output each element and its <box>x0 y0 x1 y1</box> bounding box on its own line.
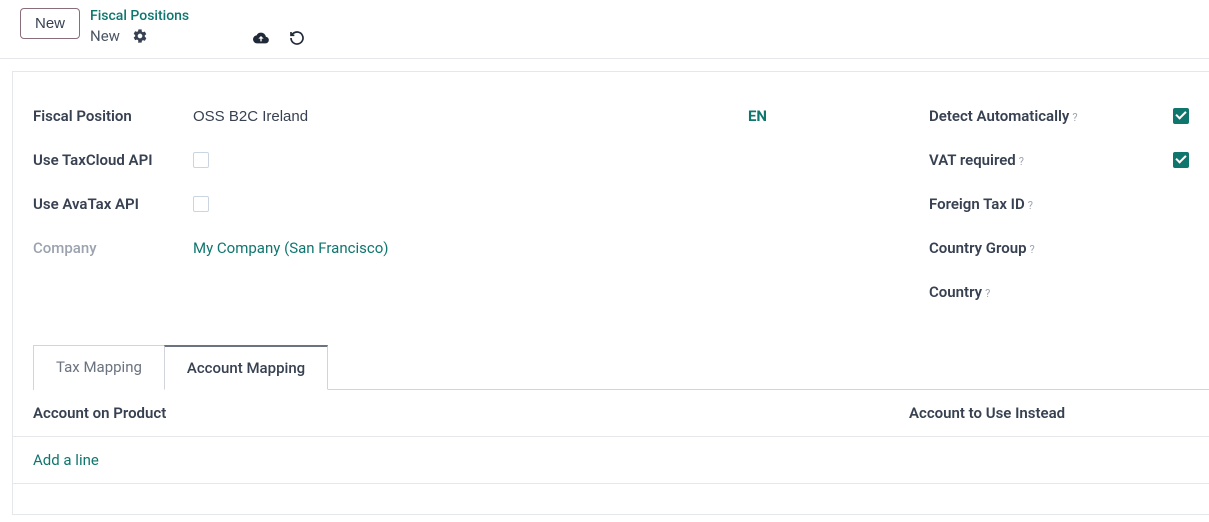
discard-icon[interactable] <box>287 28 307 48</box>
breadcrumb-parent-link[interactable]: Fiscal Positions <box>90 8 189 24</box>
foreign-tax-label: Foreign Tax ID? <box>929 195 1033 213</box>
right-column: Detect Automatically? VAT required? Fore… <box>929 94 1189 314</box>
tab-account-mapping[interactable]: Account Mapping <box>164 345 328 390</box>
gear-icon[interactable] <box>130 26 150 46</box>
save-discard-controls <box>249 8 307 48</box>
topbar: New Fiscal Positions New <box>0 0 1209 58</box>
help-icon[interactable]: ? <box>985 287 990 300</box>
new-record-button[interactable]: New <box>20 8 80 39</box>
vat-required-checkbox[interactable] <box>1173 152 1189 168</box>
vat-required-label: VAT required? <box>929 151 1024 169</box>
add-line-button[interactable]: Add a line <box>33 451 99 469</box>
table-body: Add a line <box>13 437 1209 484</box>
detect-auto-checkbox[interactable] <box>1173 108 1189 124</box>
breadcrumb: Fiscal Positions New <box>90 8 189 46</box>
language-badge[interactable]: EN <box>742 107 773 125</box>
use-taxcloud-label: Use TaxCloud API <box>33 151 193 169</box>
top-divider <box>0 58 1209 59</box>
company-label: Company <box>33 239 193 257</box>
col-account-on-product: Account on Product <box>33 404 909 422</box>
help-icon[interactable]: ? <box>1028 199 1033 212</box>
tabs: Tax Mapping Account Mapping <box>33 344 1209 390</box>
col-account-to-use: Account to Use Instead <box>909 404 1189 422</box>
help-icon[interactable]: ? <box>1019 155 1024 168</box>
country-label: Country? <box>929 283 990 301</box>
help-icon[interactable]: ? <box>1072 111 1077 124</box>
form-sheet: Fiscal Position EN Use TaxCloud API Use … <box>12 71 1209 515</box>
use-avatax-checkbox[interactable] <box>193 196 209 212</box>
company-value-link[interactable]: My Company (San Francisco) <box>193 239 388 257</box>
fiscal-position-input[interactable] <box>193 104 742 129</box>
country-group-label: Country Group? <box>929 239 1035 257</box>
tab-tax-mapping[interactable]: Tax Mapping <box>33 345 164 390</box>
help-icon[interactable]: ? <box>1030 243 1035 256</box>
left-column: Fiscal Position EN Use TaxCloud API Use … <box>33 94 929 314</box>
detect-auto-label: Detect Automatically? <box>929 107 1078 125</box>
breadcrumb-current: New <box>90 27 120 45</box>
use-taxcloud-checkbox[interactable] <box>193 152 209 168</box>
use-avatax-label: Use AvaTax API <box>33 195 193 213</box>
cloud-save-icon[interactable] <box>249 28 273 48</box>
table-header: Account on Product Account to Use Instea… <box>13 390 1209 437</box>
fiscal-position-label: Fiscal Position <box>33 107 193 125</box>
